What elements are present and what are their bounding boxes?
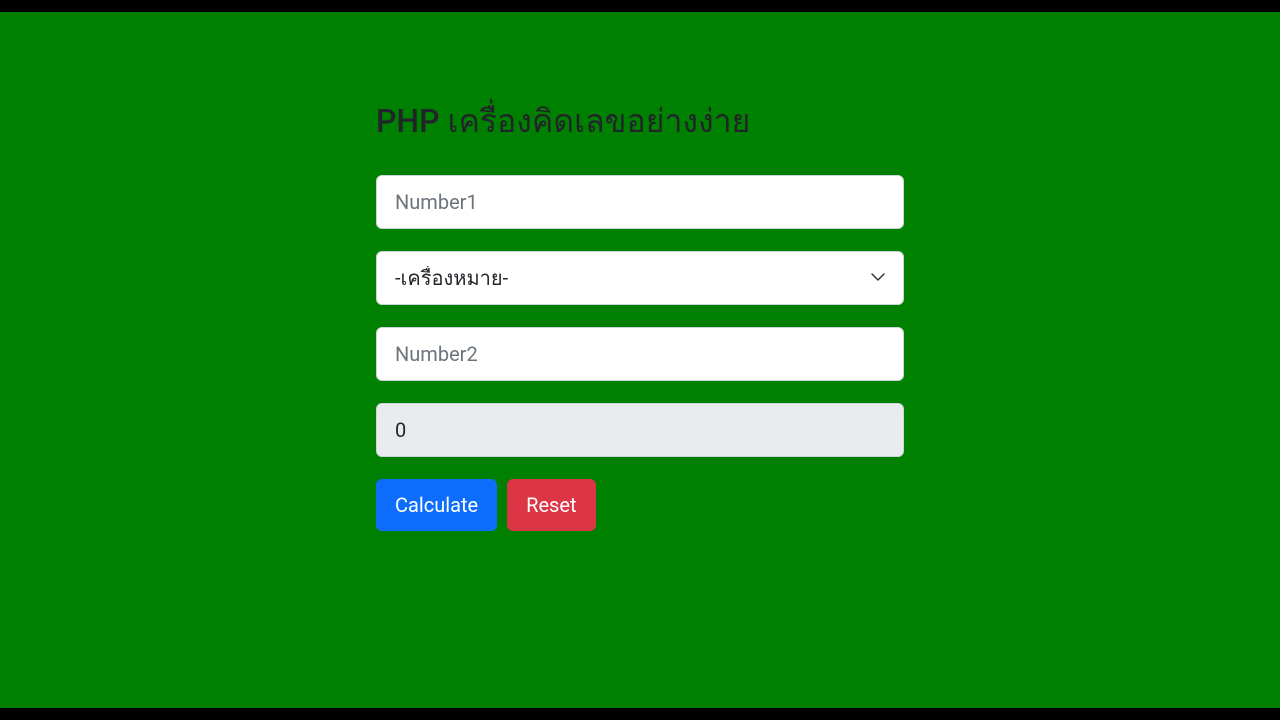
form-container: PHP เครื่องคิดเลขอย่างง่าย -เครื่องหมาย-… xyxy=(376,96,904,708)
number2-input[interactable] xyxy=(376,327,904,381)
reset-button[interactable]: Reset xyxy=(507,479,595,531)
operator-select-wrap: -เครื่องหมาย- xyxy=(376,251,904,327)
page-title: PHP เครื่องคิดเลขอย่างง่าย xyxy=(376,96,904,147)
page-background: PHP เครื่องคิดเลขอย่างง่าย -เครื่องหมาย-… xyxy=(0,12,1280,708)
operator-select[interactable]: -เครื่องหมาย- xyxy=(376,251,904,305)
result-output xyxy=(376,403,904,457)
number1-input[interactable] xyxy=(376,175,904,229)
calculate-button[interactable]: Calculate xyxy=(376,479,497,531)
